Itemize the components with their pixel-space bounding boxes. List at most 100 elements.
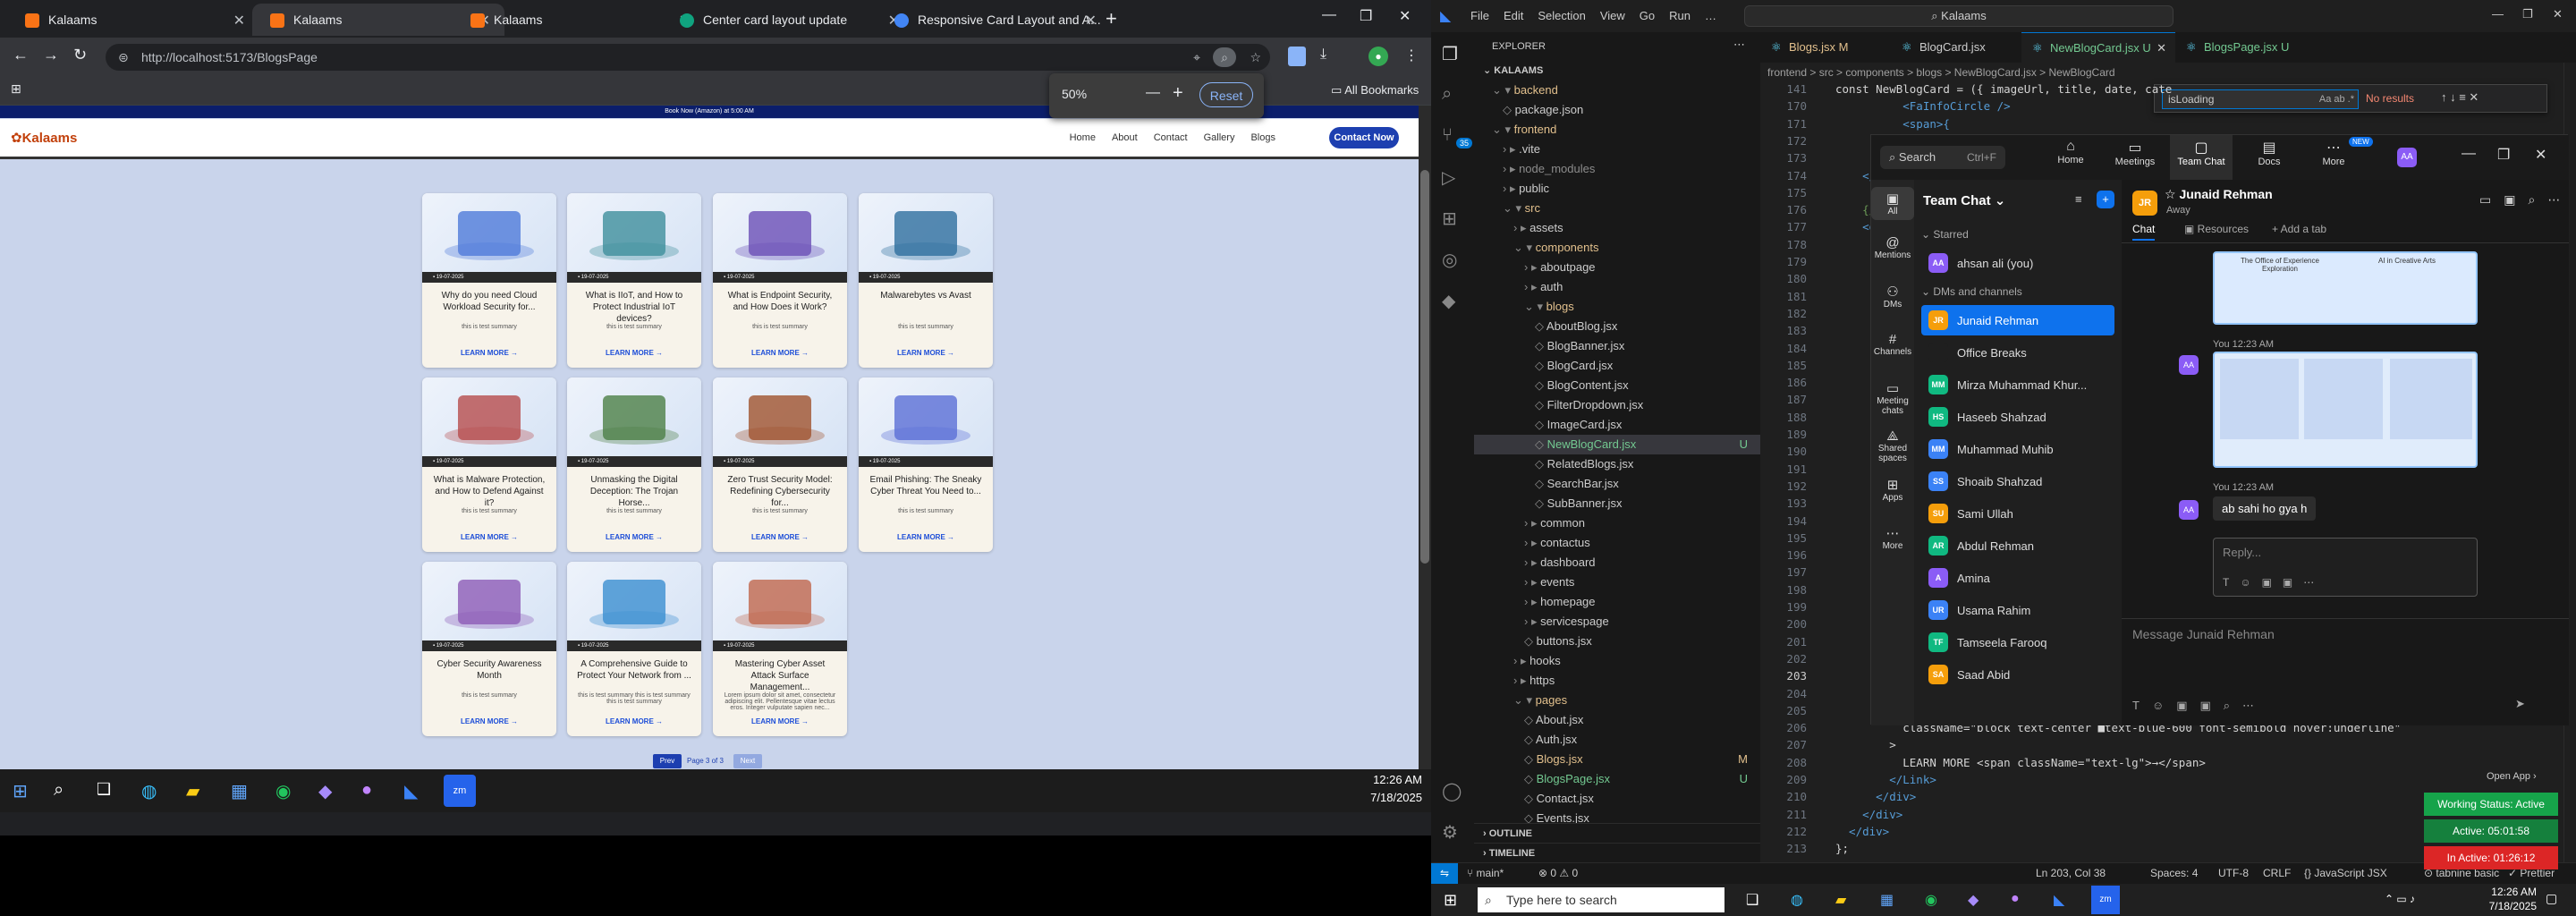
back-icon[interactable]: ← xyxy=(13,46,29,64)
apps-grid-icon[interactable]: ⊞ xyxy=(11,81,21,97)
vscode-icon[interactable]: ◣ xyxy=(2054,891,2064,909)
open-app-link[interactable]: Open App › xyxy=(2487,771,2537,782)
menu-kebab-icon[interactable]: ⋮ xyxy=(1404,47,1419,64)
github-desktop-icon[interactable]: ● xyxy=(2011,891,2020,907)
problems-indicator[interactable]: ⊗ 0 ⚠ 0 xyxy=(1538,867,1578,879)
url-bar[interactable]: ⊜ http://localhost:5173/BlogsPage ⌖ ⌕ ☆ xyxy=(106,44,1270,71)
learn-more-link[interactable]: LEARN MORE → xyxy=(422,533,556,541)
add-tab-button[interactable]: + Add a tab xyxy=(2272,223,2326,235)
tree-file[interactable]: ◇ FilterDropdown.jsx xyxy=(1474,395,1760,415)
tree-file[interactable]: ◇ Events.jsx xyxy=(1474,809,1760,823)
next-page-button[interactable]: Next xyxy=(733,754,762,768)
tree-file[interactable]: ◇ BlogBanner.jsx xyxy=(1474,336,1760,356)
blog-card[interactable]: ▪ 19-07-2025 Email Phishing: The Sneaky C… xyxy=(859,377,993,552)
scrollbar-thumb[interactable] xyxy=(1420,170,1429,564)
browser-tab[interactable]: Responsive Card Layout and A... ✕ xyxy=(877,4,1111,36)
tree-folder[interactable]: ⌄ ▾ frontend xyxy=(1474,120,1760,140)
search-icon[interactable]: ⌕ xyxy=(54,780,64,801)
learn-more-link[interactable]: LEARN MORE → xyxy=(859,533,993,541)
minimize-icon[interactable]: — xyxy=(1322,7,1336,23)
store-icon[interactable]: ▦ xyxy=(1880,891,1894,909)
tree-file[interactable]: ◇ Blogs.jsx M xyxy=(1474,750,1760,769)
tree-folder[interactable]: › ▸ auth xyxy=(1474,277,1760,297)
zoom-profile-avatar[interactable]: AA xyxy=(2397,148,2417,167)
blog-card[interactable]: ▪ 19-07-2025 What is Malware Protection, … xyxy=(422,377,556,552)
file-explorer-icon[interactable]: ▰ xyxy=(1835,891,1846,909)
menu-item[interactable]: Run xyxy=(1669,9,1690,22)
vscode-icon[interactable]: ◣ xyxy=(404,780,418,802)
chat-contact-name[interactable]: ☆ Junaid Rehman xyxy=(2165,187,2273,202)
tree-folder[interactable]: › ▸ dashboard xyxy=(1474,553,1760,572)
tree-file[interactable]: ◇ Auth.jsx xyxy=(1474,730,1760,750)
search-icon[interactable]: ⌕ xyxy=(1442,84,1452,105)
close-window-icon[interactable]: ✕ xyxy=(2553,7,2563,21)
blog-card[interactable]: ▪ 19-07-2025 Why do you need Cloud Worklo… xyxy=(422,193,556,368)
compose-toolbar-icons[interactable]: T☺▣▣⌕⋯ xyxy=(2132,699,2267,713)
maximize-icon[interactable]: ❐ xyxy=(2522,7,2533,21)
maximize-icon[interactable]: ❐ xyxy=(1360,7,1372,25)
filter-dms[interactable]: ⚇ DMs xyxy=(1871,284,1914,310)
close-icon[interactable]: ✕ xyxy=(2157,33,2166,64)
minimize-icon[interactable]: — xyxy=(2462,146,2476,162)
branch-indicator[interactable]: ⑂ main* xyxy=(1467,867,1504,879)
learn-more-link[interactable]: LEARN MORE → xyxy=(567,349,701,357)
app-icon[interactable]: ◆ xyxy=(318,780,332,802)
remote-icon[interactable]: ◆ xyxy=(1442,290,1455,312)
contact-item[interactable]: MM Muhammad Muhib xyxy=(1921,434,2114,464)
downloads-icon[interactable]: ⤓ xyxy=(1320,47,1326,63)
contact-item[interactable]: JR Junaid Rehman xyxy=(1921,305,2114,335)
new-tab-icon[interactable]: + xyxy=(1106,7,1117,30)
language-mode[interactable]: {} JavaScript JSX xyxy=(2304,867,2387,879)
explorer-icon[interactable]: ❐ xyxy=(1442,43,1458,65)
contact-item[interactable]: SU Sami Ullah xyxy=(1921,498,2114,529)
filter-meeting-chats[interactable]: ▭ Meeting chats xyxy=(1871,380,1914,416)
blog-card[interactable]: ▪ 19-07-2025 What is IIoT, and How to Pro… xyxy=(567,193,701,368)
tree-folder[interactable]: › ▸ contactus xyxy=(1474,533,1760,553)
tree-folder[interactable]: › ▸ aboutpage xyxy=(1474,258,1760,277)
contact-now-button[interactable]: Contact Now xyxy=(1329,127,1399,148)
filter-channels[interactable]: # Channels xyxy=(1871,332,1914,357)
learn-more-link[interactable]: LEARN MORE → xyxy=(567,717,701,725)
tree-file[interactable]: ◇ NewBlogCard.jsx U xyxy=(1474,435,1760,454)
nav-gallery[interactable]: Gallery xyxy=(1204,132,1235,143)
menu-item[interactable]: View xyxy=(1600,9,1625,22)
blog-card[interactable]: ▪ 19-07-2025 Cyber Security Awareness Mon… xyxy=(422,562,556,736)
editor-tab[interactable]: ⚛ Blogs.jsx M xyxy=(1760,32,1891,63)
learn-more-link[interactable]: LEARN MORE → xyxy=(422,717,556,725)
learn-more-link[interactable]: LEARN MORE → xyxy=(859,349,993,357)
blog-card[interactable]: ▪ 19-07-2025 What is Endpoint Security, a… xyxy=(713,193,847,368)
indentation[interactable]: Spaces: 4 xyxy=(2150,867,2198,879)
team-chat-heading[interactable]: Team Chat ⌄ xyxy=(1923,192,2005,208)
contact-item[interactable]: UR Usama Rahim xyxy=(1921,595,2114,625)
menu-item[interactable]: … xyxy=(1705,9,1716,22)
tree-folder[interactable]: › ▸ events xyxy=(1474,572,1760,592)
outline-section[interactable]: › OUTLINE xyxy=(1474,823,1760,843)
learn-more-link[interactable]: LEARN MORE → xyxy=(422,349,556,357)
reload-icon[interactable]: ↻ xyxy=(73,46,87,64)
browser-tab[interactable]: Kalaams ✕ xyxy=(7,4,259,36)
learn-more-link[interactable]: LEARN MORE → xyxy=(713,533,847,541)
command-center[interactable]: ⌕ Kalaams xyxy=(1744,5,2174,27)
editor-tab[interactable]: ⚛ NewBlogCard.jsx U ✕ xyxy=(2021,32,2175,63)
tree-folder[interactable]: › ▸ .vite xyxy=(1474,140,1760,159)
encoding[interactable]: UTF-8 xyxy=(2218,867,2249,879)
store-icon[interactable]: ▦ xyxy=(231,780,248,802)
cursor-position[interactable]: Ln 203, Col 38 xyxy=(2036,867,2106,879)
chat-contact-avatar[interactable]: JR xyxy=(2132,191,2157,216)
run-debug-icon[interactable]: ▷ xyxy=(1442,166,1455,189)
zoom-in-button[interactable]: + xyxy=(1173,83,1183,104)
tree-folder[interactable]: ⌄ ▾ pages xyxy=(1474,691,1760,710)
task-view-icon[interactable]: ❑ xyxy=(1746,891,1758,909)
forward-icon[interactable]: → xyxy=(43,46,59,64)
zoom-nav-team-chat[interactable]: ▢ Team Chat xyxy=(2170,135,2233,180)
minimize-icon[interactable]: — xyxy=(2492,7,2504,21)
menu-item[interactable]: Go xyxy=(1640,9,1655,22)
close-icon[interactable]: ✕ xyxy=(233,12,245,30)
reply-box[interactable]: Reply... T☺▣▣⋯ xyxy=(2213,538,2478,597)
contact-item[interactable]: AA ahsan ali (you) xyxy=(1921,248,2114,278)
reply-toolbar-icons[interactable]: T☺▣▣⋯ xyxy=(2223,576,2325,589)
workspace-root[interactable]: ⌄ KALAAMS xyxy=(1483,64,1543,76)
filter-more[interactable]: ⋯ More xyxy=(1871,525,1914,551)
learn-more-link[interactable]: LEARN MORE → xyxy=(713,349,847,357)
tree-folder[interactable]: ⌄ ▾ blogs xyxy=(1474,297,1760,317)
